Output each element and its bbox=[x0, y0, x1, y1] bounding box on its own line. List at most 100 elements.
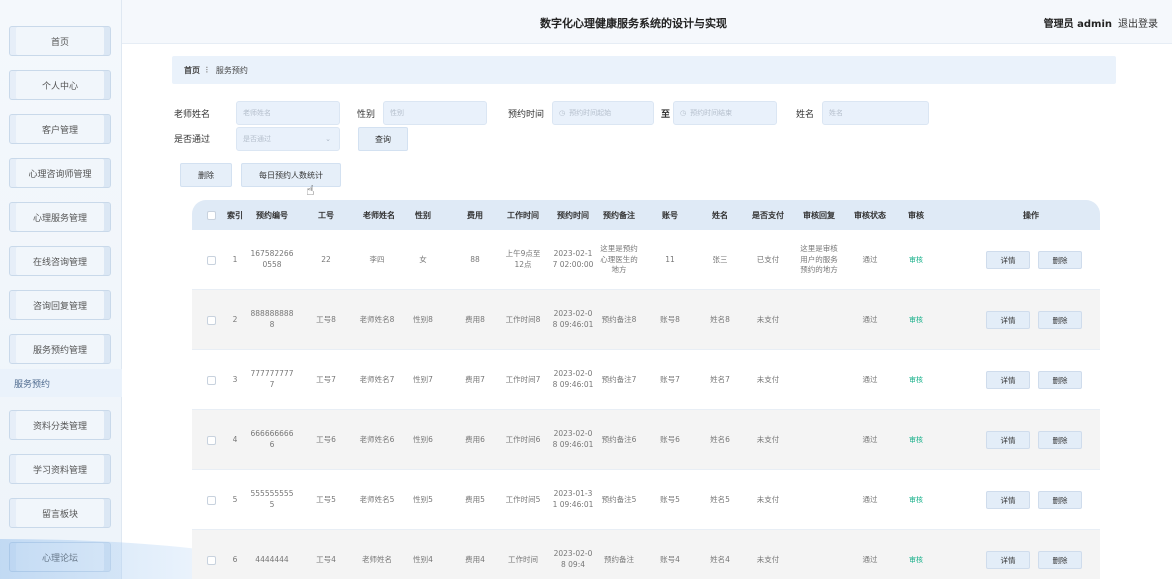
time-end-placeholder: 预约时间结束 bbox=[690, 109, 733, 117]
cell-name: 姓名5 bbox=[710, 494, 730, 504]
row-delete-button[interactable]: 删除 bbox=[1038, 311, 1082, 329]
cell-paid: 已支付 bbox=[756, 254, 780, 264]
breadcrumb-separator-icon: ⠇ bbox=[205, 65, 211, 75]
cell-review-reply bbox=[796, 530, 842, 579]
cell-review-reply bbox=[796, 350, 842, 410]
sidebar-item-categories[interactable]: 资料分类管理 bbox=[9, 410, 111, 440]
row-checkbox[interactable] bbox=[200, 350, 222, 410]
gender-input[interactable]: 性别 bbox=[383, 101, 487, 125]
row-checkbox[interactable] bbox=[200, 530, 222, 579]
cell-appointment-time: 2023-02-08 09:46:01 bbox=[552, 369, 594, 389]
row-delete-button[interactable]: 删除 bbox=[1038, 491, 1082, 509]
sidebar-item-services[interactable]: 心理服务管理 bbox=[9, 202, 111, 232]
cell-appointment-time: 2023-02-17 02:00:00 bbox=[552, 249, 594, 269]
cell-account: 账号7 bbox=[660, 374, 680, 384]
cell-appointment-no: 6666666666 bbox=[250, 429, 294, 449]
row-checkbox[interactable] bbox=[200, 470, 222, 530]
cell-note: 这里是预约心理医生的地方 bbox=[600, 243, 638, 275]
cell-appointment-no: 5555555555 bbox=[250, 489, 294, 509]
cell-teacher-name: 老师姓名5 bbox=[359, 494, 395, 504]
col-gender: 性别 bbox=[415, 210, 431, 220]
time-start-input[interactable]: ◷ 预约时间起始 bbox=[552, 101, 654, 125]
sidebar-item-profile[interactable]: 个人中心 bbox=[9, 70, 111, 100]
cell-review-status: 通过 bbox=[862, 494, 878, 504]
cell-review-reply bbox=[796, 470, 842, 530]
detail-button[interactable]: 详情 bbox=[986, 491, 1030, 509]
cell-review-status: 通过 bbox=[862, 314, 878, 324]
breadcrumb: 首页 ⠇ 服务预约 bbox=[172, 56, 1116, 84]
cell-work-time: 工作时间 bbox=[508, 554, 538, 564]
header-checkbox[interactable] bbox=[200, 200, 222, 230]
row-checkbox[interactable] bbox=[200, 410, 222, 470]
row-delete-button[interactable]: 删除 bbox=[1038, 251, 1082, 269]
name-input[interactable]: 姓名 bbox=[822, 101, 929, 125]
breadcrumb-home[interactable]: 首页 bbox=[184, 65, 200, 76]
passed-select[interactable]: 是否通过 ⌄ bbox=[236, 127, 340, 151]
row-delete-button[interactable]: 删除 bbox=[1038, 371, 1082, 389]
teacher-name-input[interactable]: 老师姓名 bbox=[236, 101, 340, 125]
cell-gender: 性别6 bbox=[413, 434, 433, 444]
cell-gender: 性别8 bbox=[413, 314, 433, 324]
cell-note: 预约备注5 bbox=[601, 494, 637, 504]
sidebar-item-consult-reply[interactable]: 咨询回复管理 bbox=[9, 290, 111, 320]
cell-note: 预约备注6 bbox=[601, 434, 637, 444]
review-link[interactable]: 审核 bbox=[896, 230, 936, 290]
cell-paid: 未支付 bbox=[756, 434, 780, 444]
cell-index: 3 bbox=[232, 374, 238, 384]
sidebar-item-materials[interactable]: 学习资料管理 bbox=[9, 454, 111, 484]
col-paid: 是否支付 bbox=[752, 210, 784, 220]
detail-button[interactable]: 详情 bbox=[986, 431, 1030, 449]
col-teacher-name: 老师姓名 bbox=[363, 210, 395, 220]
cell-work-time: 工作时间7 bbox=[505, 374, 541, 384]
passed-label: 是否通过 bbox=[174, 135, 211, 145]
sidebar-item-counselors[interactable]: 心理咨询师管理 bbox=[9, 158, 111, 188]
col-actions: 操作 bbox=[1023, 210, 1039, 220]
row-delete-button[interactable]: 删除 bbox=[1038, 551, 1082, 569]
sidebar-item-home[interactable]: 首页 bbox=[9, 26, 111, 56]
sidebar-item-messages[interactable]: 留言板块 bbox=[9, 498, 111, 528]
cell-index: 6 bbox=[232, 554, 238, 564]
cell-gender: 性别7 bbox=[413, 374, 433, 384]
cell-teacher-name: 老师姓名 bbox=[362, 554, 392, 564]
table-row: 2 8888888888 工号8 老师姓名8 性别8 费用8 工作时间8 2023-02-08… bbox=[192, 290, 1100, 350]
review-link[interactable]: 审核 bbox=[896, 350, 936, 410]
review-link[interactable]: 审核 bbox=[896, 530, 936, 579]
cell-teacher-name: 老师姓名8 bbox=[359, 314, 395, 324]
cell-teacher-name: 老师姓名7 bbox=[359, 374, 395, 384]
review-link[interactable]: 审核 bbox=[896, 470, 936, 530]
cell-work-time: 工作时间5 bbox=[505, 494, 541, 504]
detail-button[interactable]: 详情 bbox=[986, 371, 1030, 389]
row-delete-button[interactable]: 删除 bbox=[1038, 431, 1082, 449]
query-button[interactable]: 查询 bbox=[358, 127, 408, 151]
sidebar-item-clients[interactable]: 客户管理 bbox=[9, 114, 111, 144]
time-end-input[interactable]: ◷ 预约时间结束 bbox=[673, 101, 777, 125]
sidebar-item-appointments[interactable]: 服务预约管理 bbox=[9, 334, 111, 364]
cell-gender: 性别5 bbox=[413, 494, 433, 504]
cell-appointment-no: 1675822660558 bbox=[250, 249, 294, 269]
cell-paid: 未支付 bbox=[756, 494, 780, 504]
row-checkbox[interactable] bbox=[200, 290, 222, 350]
cell-appointment-time: 2023-02-08 09:4 bbox=[553, 549, 593, 569]
daily-stats-button[interactable]: 每日预约人数统计 bbox=[241, 163, 341, 187]
col-review-status: 审核状态 bbox=[854, 210, 886, 220]
bulk-delete-button[interactable]: 删除 bbox=[180, 163, 232, 187]
cell-note: 预约备注 bbox=[604, 554, 634, 564]
detail-button[interactable]: 详情 bbox=[986, 311, 1030, 329]
sidebar-subitem-appointment[interactable]: 服务预约 bbox=[0, 369, 122, 397]
cell-name: 姓名4 bbox=[710, 554, 730, 564]
row-checkbox[interactable] bbox=[200, 230, 222, 290]
review-link[interactable]: 审核 bbox=[896, 290, 936, 350]
cell-review-reply bbox=[796, 410, 842, 470]
table-header: 索引 预约编号 工号 老师姓名 性别 费用 工作时间 预约时间 预约备注 账号 … bbox=[192, 200, 1100, 230]
cell-paid: 未支付 bbox=[756, 374, 780, 384]
cell-name: 姓名8 bbox=[710, 314, 730, 324]
detail-button[interactable]: 详情 bbox=[986, 251, 1030, 269]
clock-icon: ◷ bbox=[680, 109, 687, 117]
admin-label: 管理员 admin bbox=[1043, 19, 1112, 30]
sidebar-item-online-consult[interactable]: 在线咨询管理 bbox=[9, 246, 111, 276]
detail-button[interactable]: 详情 bbox=[986, 551, 1030, 569]
review-link[interactable]: 审核 bbox=[896, 410, 936, 470]
cell-review-status: 通过 bbox=[862, 374, 878, 384]
col-index: 索引 bbox=[227, 210, 243, 220]
logout-link[interactable]: 退出登录 bbox=[1118, 15, 1158, 30]
